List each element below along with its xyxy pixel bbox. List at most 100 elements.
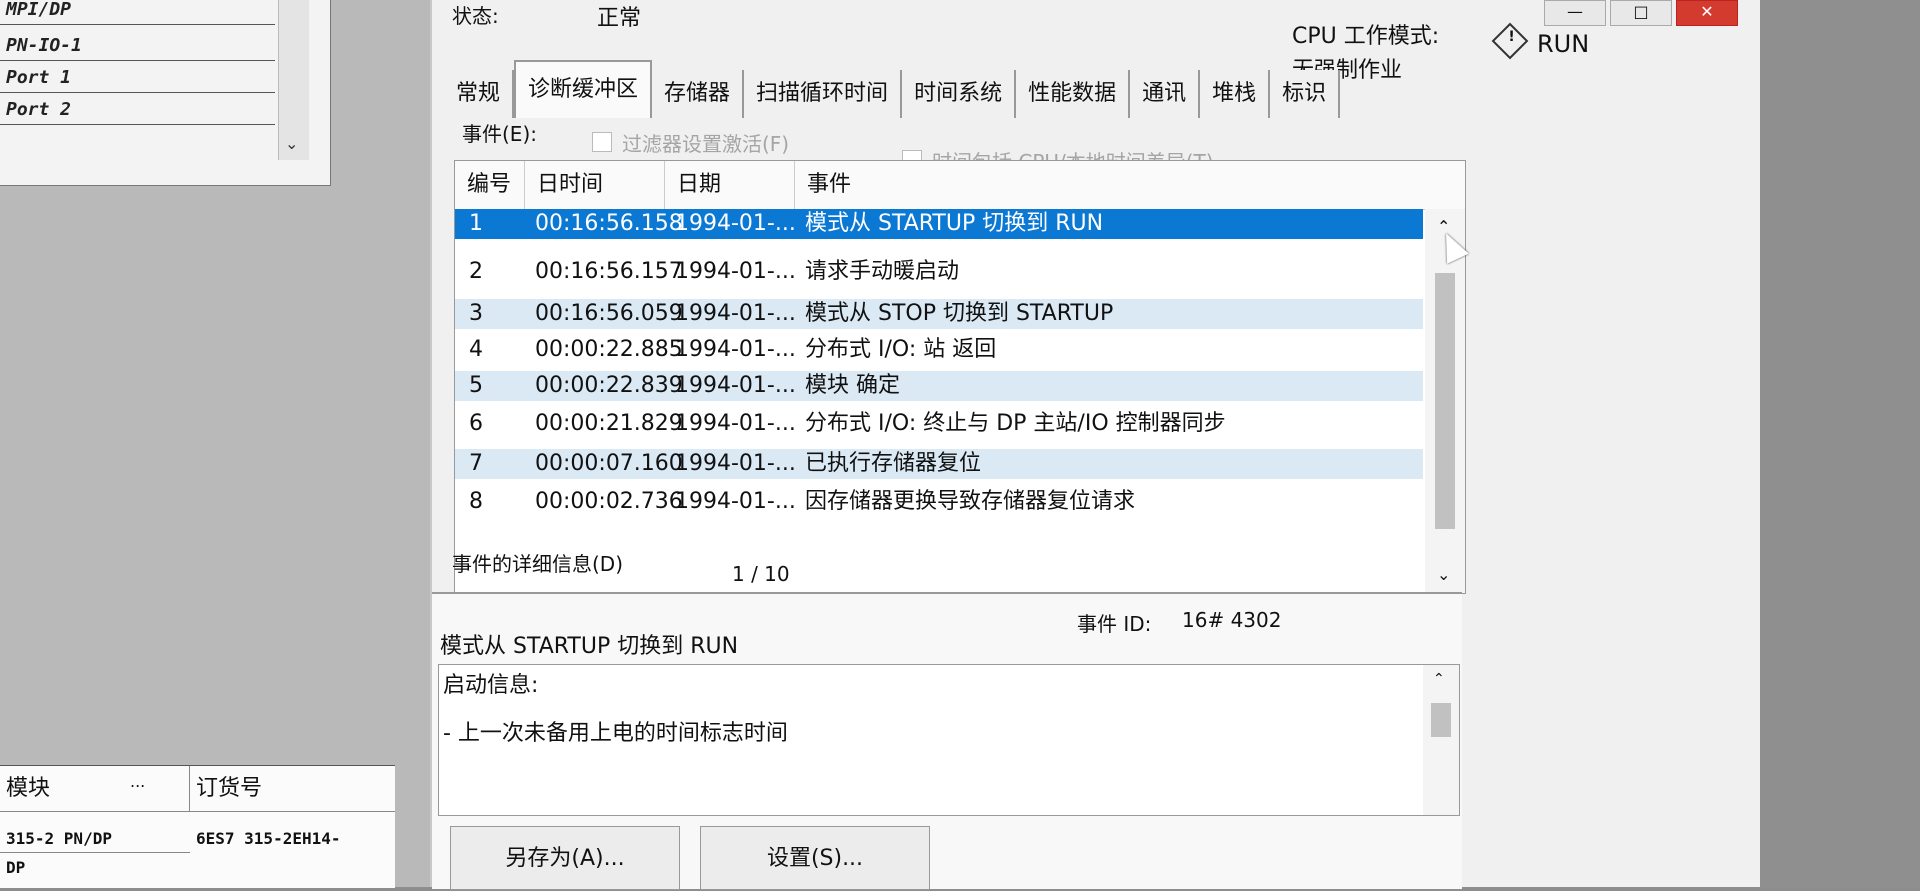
chevron-down-icon[interactable]: ⌄ — [285, 134, 298, 153]
events-scrollbar[interactable]: ⌃ ⌄ — [1425, 209, 1465, 593]
scrollbar-thumb[interactable] — [1435, 273, 1455, 529]
cpu-mode-value: RUN — [1537, 30, 1590, 58]
module-cell[interactable]: DP — [0, 852, 190, 883]
event-date: 1994-01-... — [675, 373, 796, 398]
maximize-button[interactable]: □ — [1610, 0, 1672, 26]
event-page-indicator: 1 / 10 — [732, 562, 790, 586]
run-status-icon: ! — [1491, 22, 1529, 60]
event-number: 8 — [469, 489, 483, 514]
event-number: 3 — [469, 301, 483, 326]
filter-label: 过滤器设置激活(F) — [622, 132, 790, 156]
event-text: 模块 确定 — [805, 373, 900, 398]
event-row[interactable]: 8 00:00:02.736 1994-01-... 因存储器更换导致存储器复位… — [455, 487, 1423, 517]
event-number: 2 — [469, 259, 483, 284]
event-date: 1994-01-... — [675, 451, 796, 476]
event-text: 请求手动暖启动 — [805, 259, 960, 284]
event-row[interactable]: 5 00:00:22.839 1994-01-... 模块 确定 — [455, 371, 1423, 401]
order-number-cell[interactable]: 6ES7 315-2EH14- — [190, 824, 395, 854]
module-cell[interactable]: 315-2 PN/DP — [0, 824, 190, 854]
tab-scan-cycle-time[interactable]: 扫描循环时间 — [744, 70, 903, 118]
tab-performance-data[interactable]: 性能数据 — [1016, 70, 1131, 118]
event-number: 4 — [469, 337, 483, 362]
close-icon: ✕ — [1700, 2, 1714, 21]
event-time: 00:00:22.885 — [535, 337, 683, 362]
event-date: 1994-01-... — [675, 259, 796, 284]
save-as-button[interactable]: 另存为(A)... — [450, 826, 680, 890]
event-time: 00:16:56.157 — [535, 259, 683, 284]
events-table-header: 编号 日时间 日期 事件 — [455, 161, 1465, 210]
event-date: 1994-01-... — [675, 301, 796, 326]
chevron-down-icon[interactable]: ⌄ — [1437, 565, 1450, 584]
event-time: 00:00:21.829 — [535, 411, 683, 436]
event-id-value: 16# 4302 — [1182, 608, 1282, 632]
event-row[interactable]: 6 00:00:21.829 1994-01-... 分布式 I/O: 终止与 … — [455, 409, 1423, 439]
project-tree-window: MPI/DP PN-IO-1 Port 1 Port 2 ⌄ 模块 ... 订货… — [0, 0, 430, 888]
settings-button[interactable]: 设置(S)... — [700, 826, 930, 890]
tree-item-port-1[interactable]: Port 1 — [0, 62, 275, 93]
filter-checkbox[interactable] — [592, 132, 612, 152]
event-text: 模式从 STOP 切换到 STARTUP — [805, 301, 1114, 326]
event-text: 模式从 STARTUP 切换到 RUN — [805, 211, 1104, 236]
event-date: 1994-01-... — [675, 489, 796, 514]
column-header-event[interactable]: 事件 — [795, 161, 1465, 209]
event-text: 因存储器更换导致存储器复位请求 — [805, 489, 1136, 514]
details-scrollbar[interactable]: ⌃ — [1423, 665, 1459, 815]
status-value: 正常 — [597, 6, 642, 31]
minimize-icon: — — [1567, 2, 1583, 21]
events-label: 事件(E): — [462, 122, 537, 146]
close-button[interactable]: ✕ — [1676, 0, 1738, 26]
event-row[interactable]: 4 00:00:22.885 1994-01-... 分布式 I/O: 站 返回 — [455, 335, 1423, 365]
tab-general[interactable]: 常规 — [444, 70, 515, 118]
event-id-label: 事件 ID: — [1077, 612, 1152, 636]
tab-time-system[interactable]: 时间系统 — [902, 70, 1017, 118]
column-header-time[interactable]: 日时间 — [525, 161, 665, 209]
event-details-label: 事件的详细信息(D) — [452, 552, 624, 576]
event-time: 00:00:22.839 — [535, 373, 683, 398]
tab-stacks[interactable]: 堆栈 — [1200, 70, 1271, 118]
event-detail-text-area[interactable]: 启动信息: - 上一次未备用上电的时间标志时间 ⌃ — [438, 664, 1460, 816]
event-details-panel: 事件 ID: 16# 4302 模式从 STARTUP 切换到 RUN 启动信息… — [432, 592, 1462, 890]
event-number: 1 — [469, 211, 483, 236]
module-column-header: 模块 — [0, 766, 190, 811]
scrollbar-thumb[interactable] — [1431, 703, 1451, 737]
event-number: 5 — [469, 373, 483, 398]
event-text: 分布式 I/O: 站 返回 — [805, 337, 997, 362]
tab-bar: 常规 诊断缓冲区 存储器 扫描循环时间 时间系统 性能数据 通讯 堆栈 标识 — [444, 50, 1341, 118]
status-label: 状态: — [452, 4, 499, 28]
event-row[interactable]: 3 00:16:56.059 1994-01-... 模式从 STOP 切换到 … — [455, 299, 1423, 329]
tree-item-port-2[interactable]: Port 2 — [0, 94, 275, 125]
event-row[interactable]: 1 00:16:56.158 1994-01-... 模式从 STARTUP 切… — [455, 209, 1423, 239]
minimize-button[interactable]: — — [1544, 0, 1606, 26]
tab-communication[interactable]: 通讯 — [1130, 70, 1201, 118]
event-number: 6 — [469, 411, 483, 436]
tree-item-pn-io[interactable]: PN-IO-1 — [0, 30, 275, 61]
tab-diagnostic-buffer[interactable]: 诊断缓冲区 — [514, 60, 653, 118]
cpu-mode-label: CPU 工作模式: — [1292, 24, 1440, 49]
startup-info-label: 启动信息: — [443, 673, 539, 698]
chevron-up-icon[interactable]: ⌃ — [1433, 671, 1445, 687]
module-information-dialog: 状态: 正常 — □ ✕ CPU 工作模式: ! RUN 无强制作业 常规 诊断… — [430, 0, 1762, 890]
maximize-icon: □ — [1633, 2, 1649, 21]
tree-scrollbar[interactable]: ⌄ — [278, 0, 309, 160]
events-table: 编号 日时间 日期 事件 1 00:16:56.158 1994-01-... … — [454, 160, 1466, 594]
event-number: 7 — [469, 451, 483, 476]
event-text: 分布式 I/O: 终止与 DP 主站/IO 控制器同步 — [805, 411, 1226, 436]
event-detail-title: 模式从 STARTUP 切换到 RUN — [440, 634, 739, 659]
event-time: 00:16:56.158 — [535, 211, 683, 236]
column-header-date[interactable]: 日期 — [665, 161, 795, 209]
event-date: 1994-01-... — [675, 337, 796, 362]
event-text: 已执行存储器复位 — [805, 451, 982, 476]
module-table: 模块 ... 订货号 315-2 PN/DP 6ES7 315-2EH14- D… — [0, 765, 395, 888]
order-number-column-header: 订货号 — [196, 776, 263, 801]
tree-item-mpi-dp[interactable]: MPI/DP — [0, 0, 275, 25]
event-date: 1994-01-... — [675, 411, 796, 436]
column-header-number[interactable]: 编号 — [455, 161, 525, 209]
tab-memory[interactable]: 存储器 — [652, 70, 745, 118]
event-time: 00:16:56.059 — [535, 301, 683, 326]
tab-identification[interactable]: 标识 — [1270, 70, 1341, 118]
event-row[interactable]: 2 00:16:56.157 1994-01-... 请求手动暖启动 — [455, 257, 1423, 287]
hardware-tree: MPI/DP PN-IO-1 Port 1 Port 2 ⌄ — [0, 0, 331, 186]
event-row[interactable]: 7 00:00:07.160 1994-01-... 已执行存储器复位 — [455, 449, 1423, 479]
event-date: 1994-01-... — [675, 211, 796, 236]
background-area — [1760, 0, 1920, 887]
